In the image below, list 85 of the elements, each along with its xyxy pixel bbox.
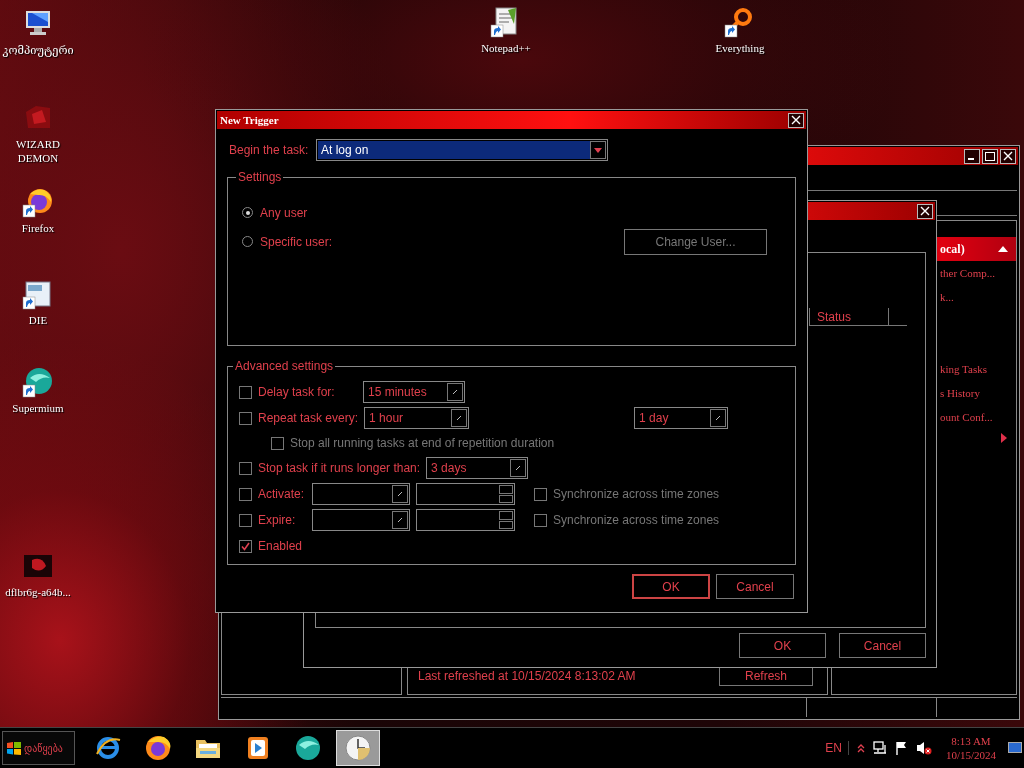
checkbox[interactable]: [239, 539, 252, 553]
option-label: Delay task for:: [258, 385, 336, 399]
browser-shortcut-icon[interactable]: [22, 186, 54, 218]
close-icon: [791, 115, 801, 125]
app-icon: [294, 734, 322, 762]
checkbox[interactable]: [239, 385, 252, 399]
dropdown[interactable]: 3 days: [426, 457, 529, 479]
cancel-button[interactable]: Cancel: [716, 574, 794, 599]
refresh-button[interactable]: Refresh: [719, 666, 813, 686]
close-button[interactable]: [788, 112, 804, 128]
group-title: Settings: [237, 170, 283, 184]
icon-label: DIE: [28, 313, 48, 327]
close-button[interactable]: [917, 203, 933, 219]
group-title: Advanced settings: [234, 359, 335, 373]
maximize-icon: [985, 151, 995, 161]
checkbox[interactable]: [239, 513, 252, 527]
clock[interactable]: 8:13 AM 10/15/2024: [945, 734, 996, 762]
submenu-arrow-icon[interactable]: [1001, 433, 1007, 443]
action-link[interactable]: ther Comp...: [940, 261, 995, 285]
window-title: New Trigger: [220, 114, 279, 126]
header-text: ocal): [940, 241, 965, 257]
checkbox[interactable]: [239, 411, 252, 425]
radio-label: Any user: [260, 205, 308, 220]
date-field[interactable]: [312, 483, 410, 505]
action-link[interactable]: king Tasks: [940, 357, 987, 381]
dropdown-icon: [397, 491, 403, 497]
chevron-up-icon[interactable]: [856, 743, 865, 753]
action-link[interactable]: s History: [940, 381, 981, 405]
time-field[interactable]: [416, 509, 515, 531]
icon-label: Firefox: [21, 221, 55, 235]
dropdown[interactable]: 1 day: [634, 407, 729, 429]
collapse-icon[interactable]: [998, 246, 1008, 252]
option-label: Stop all running tasks at end of repetition duration: [290, 436, 555, 450]
checkbox[interactable]: [239, 487, 252, 501]
document-shortcut-icon[interactable]: [22, 278, 54, 310]
browser-icon: [94, 734, 122, 762]
close-icon: [1003, 151, 1013, 161]
windows-logo-icon: [7, 741, 21, 755]
action-link[interactable]: k...: [940, 285, 954, 309]
field-label: Begin the task:: [229, 143, 310, 157]
dropdown-icon: [456, 415, 463, 421]
network-icon[interactable]: [872, 741, 887, 755]
language-indicator[interactable]: EN: [825, 741, 849, 755]
cancel-button[interactable]: Cancel: [839, 633, 926, 658]
icon-label: Notepad++: [481, 41, 531, 55]
icon-label: Everything: [715, 41, 765, 55]
time-field[interactable]: [416, 483, 515, 505]
dropdown-icon: [452, 389, 458, 395]
column-header[interactable]: Status: [809, 308, 889, 326]
close-icon: [920, 206, 930, 216]
dropdown[interactable]: 15 minutes: [363, 381, 465, 403]
clock-icon: [344, 734, 372, 762]
caret-icon: [594, 147, 602, 153]
dropdown-icon: [715, 415, 722, 421]
option-label: Activate:: [258, 487, 306, 501]
option-label: Synchronize across time zones: [553, 513, 720, 527]
flag-icon[interactable]: [894, 741, 908, 755]
option-label: Repeat task every:: [258, 411, 359, 425]
show-desktop-icon[interactable]: [1008, 741, 1022, 755]
speaker-muted-icon[interactable]: [915, 741, 932, 755]
icon-label: კომპიუტერი: [2, 43, 74, 57]
option-label: Stop task if it runs longer than:: [258, 461, 421, 475]
minimize-button[interactable]: [964, 148, 980, 164]
maximize-button[interactable]: [982, 148, 998, 164]
app-shortcut-icon[interactable]: [22, 366, 54, 398]
ok-button[interactable]: OK: [739, 633, 826, 658]
status-text: Last refreshed at 10/15/2024 8:13:02 AM: [418, 669, 637, 683]
radio-label: Specific user:: [260, 234, 333, 249]
option-label: Expire:: [258, 513, 297, 527]
icon-label: dflbr6g-a64b...: [5, 585, 71, 599]
ok-button[interactable]: OK: [632, 574, 710, 599]
action-link[interactable]: ount Conf...: [940, 405, 993, 429]
start-button[interactable]: დაწყება: [2, 731, 75, 765]
browser-icon: [144, 734, 172, 762]
dropdown[interactable]: 1 hour: [364, 407, 470, 429]
close-button[interactable]: [1000, 148, 1016, 164]
date-field[interactable]: [312, 509, 410, 531]
icon-label: Supermium: [12, 401, 64, 415]
option-label: Enabled: [258, 539, 303, 553]
option-label: Synchronize across time zones: [553, 487, 720, 501]
dropdown-icon: [397, 517, 403, 523]
checkbox[interactable]: [239, 461, 252, 475]
dropdown-icon: [515, 465, 522, 471]
begin-dropdown[interactable]: At log on: [316, 139, 608, 161]
icon-label: WIZARD DEMON: [15, 137, 61, 165]
